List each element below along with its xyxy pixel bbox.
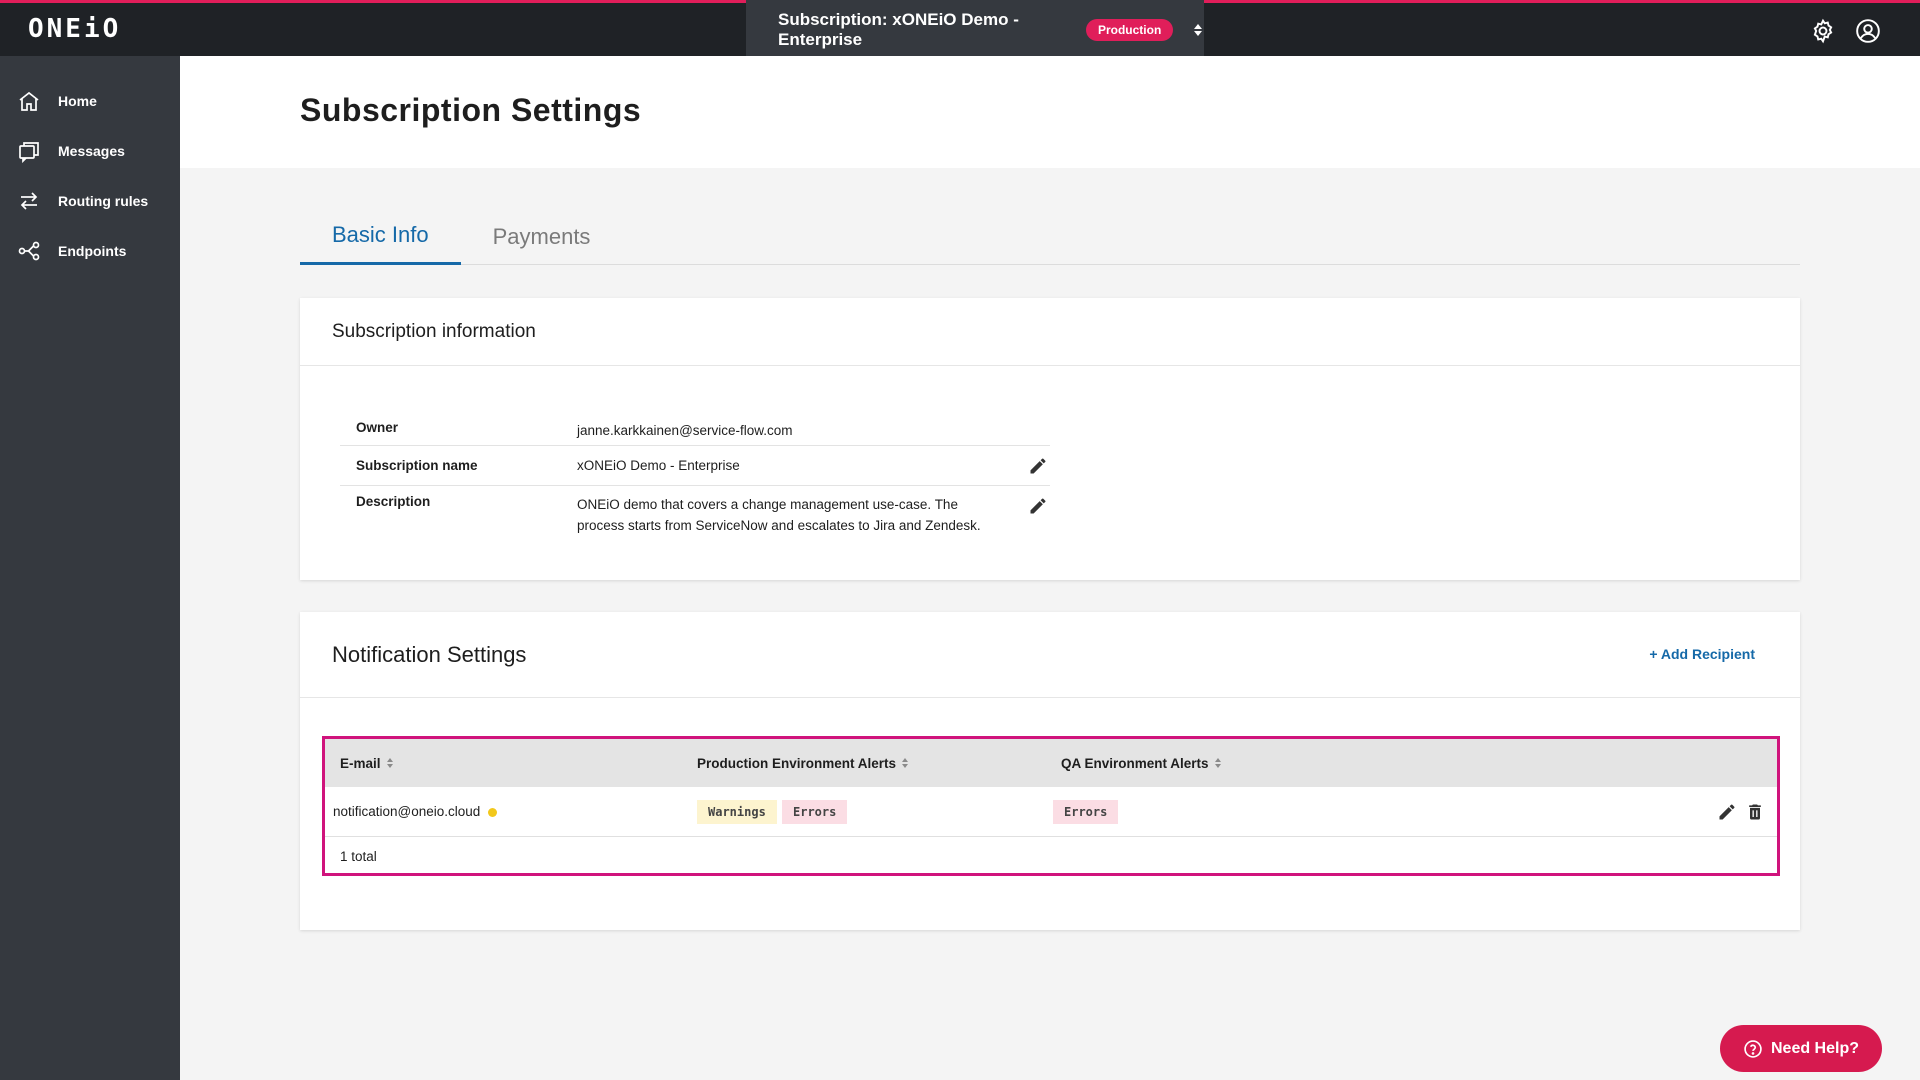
column-header-email[interactable]: E-mail xyxy=(340,756,393,771)
user-account-icon[interactable] xyxy=(1855,18,1881,44)
sort-updown-icon xyxy=(1191,23,1204,36)
owner-value: janne.karkkainen@service-flow.com xyxy=(577,423,793,438)
sidebar-item-home[interactable]: Home xyxy=(0,76,180,126)
card-heading: Notification Settings xyxy=(332,641,527,667)
subscription-info-card: Subscription information Owner janne.kar… xyxy=(300,298,1800,580)
subscription-name-value: xONEiO Demo - Enterprise xyxy=(577,458,740,473)
info-row-description: Description ONEiO demo that covers a cha… xyxy=(340,486,1050,544)
email-cell: notification@oneio.cloud xyxy=(333,804,498,819)
subscription-label: Subscription: xONEiO Demo - Enterprise xyxy=(778,9,1019,49)
page-title: Subscription Settings xyxy=(300,92,642,128)
page-header: Subscription Settings xyxy=(180,56,1920,168)
sidebar-item-label: Endpoints xyxy=(58,243,127,259)
routing-icon xyxy=(20,192,38,210)
edit-pencil-icon[interactable] xyxy=(1028,496,1048,516)
main-content: Subscription Settings Basic Info Payment… xyxy=(180,56,1920,1080)
info-label: Description xyxy=(356,494,431,509)
sort-icon xyxy=(1214,758,1221,768)
sidebar-item-label: Home xyxy=(58,93,97,109)
gear-icon[interactable] xyxy=(1810,18,1836,44)
info-label: Subscription name xyxy=(356,458,478,473)
sidebar-item-label: Routing rules xyxy=(58,193,149,209)
top-bar: ONEiO Subscription: xONEiO Demo - Enterp… xyxy=(0,0,1920,59)
table-total-count: 1 total xyxy=(340,849,377,864)
environment-badge: Production xyxy=(1085,18,1174,41)
home-icon xyxy=(19,91,39,111)
sidebar-item-routing-rules[interactable]: Routing rules xyxy=(0,176,180,226)
status-dot xyxy=(488,807,498,817)
table-row: notification@oneio.cloud Warnings Errors… xyxy=(325,787,1777,837)
notification-settings-header: Notification Settings + Add Recipient xyxy=(300,612,1800,698)
tab-bar: Basic Info Payments xyxy=(300,208,1800,265)
sidebar-item-endpoints[interactable]: Endpoints xyxy=(0,226,180,276)
sort-icon xyxy=(386,758,393,768)
info-label: Owner xyxy=(356,420,399,435)
column-header-label: E-mail xyxy=(340,755,381,771)
notification-recipients-table: E-mail Production Environment Alerts QA … xyxy=(322,736,1780,876)
errors-tag: Errors xyxy=(1053,800,1119,824)
need-help-button[interactable]: Need Help? xyxy=(1720,1025,1882,1072)
subscription-info-table: Owner janne.karkkainen@service-flow.com … xyxy=(340,410,1050,544)
table-header: E-mail Production Environment Alerts QA … xyxy=(325,739,1777,787)
description-value: ONEiO demo that covers a change manageme… xyxy=(577,497,981,533)
tab-payments[interactable]: Payments xyxy=(461,208,623,265)
info-row-subscription-name: Subscription name xONEiO Demo - Enterpri… xyxy=(340,446,1050,486)
column-header-production-alerts[interactable]: Production Environment Alerts xyxy=(697,755,909,771)
errors-tag: Errors xyxy=(782,800,848,824)
edit-pencil-icon[interactable] xyxy=(1028,456,1048,476)
trash-icon[interactable] xyxy=(1745,802,1765,822)
subscription-switcher[interactable]: Subscription: xONEiO Demo - Enterprise P… xyxy=(746,0,1204,59)
notification-settings-card: Notification Settings + Add Recipient E-… xyxy=(300,612,1800,930)
edit-pencil-icon[interactable] xyxy=(1717,802,1737,822)
warnings-tag: Warnings xyxy=(697,800,777,824)
card-heading: Subscription information xyxy=(300,298,1800,366)
question-circle-icon xyxy=(1744,1039,1762,1058)
column-header-label: Production Environment Alerts xyxy=(697,755,897,771)
messages-icon xyxy=(19,142,39,163)
sidebar-item-label: Messages xyxy=(58,143,125,159)
sort-icon xyxy=(902,758,909,768)
tab-basic-info[interactable]: Basic Info xyxy=(300,208,461,265)
column-header-qa-alerts[interactable]: QA Environment Alerts xyxy=(1061,756,1221,771)
sidebar: Home Messages Routing rules Endpoints xyxy=(0,56,180,1080)
oneio-logo[interactable]: ONEiO xyxy=(28,16,121,42)
column-header-label: QA Environment Alerts xyxy=(1061,755,1209,771)
add-recipient-link[interactable]: + Add Recipient xyxy=(1649,646,1755,662)
sidebar-item-messages[interactable]: Messages xyxy=(0,126,180,176)
need-help-label: Need Help? xyxy=(1770,1039,1859,1057)
endpoints-icon xyxy=(18,241,40,261)
info-row-owner: Owner janne.karkkainen@service-flow.com xyxy=(340,410,1050,446)
recipient-email: notification@oneio.cloud xyxy=(333,804,481,819)
